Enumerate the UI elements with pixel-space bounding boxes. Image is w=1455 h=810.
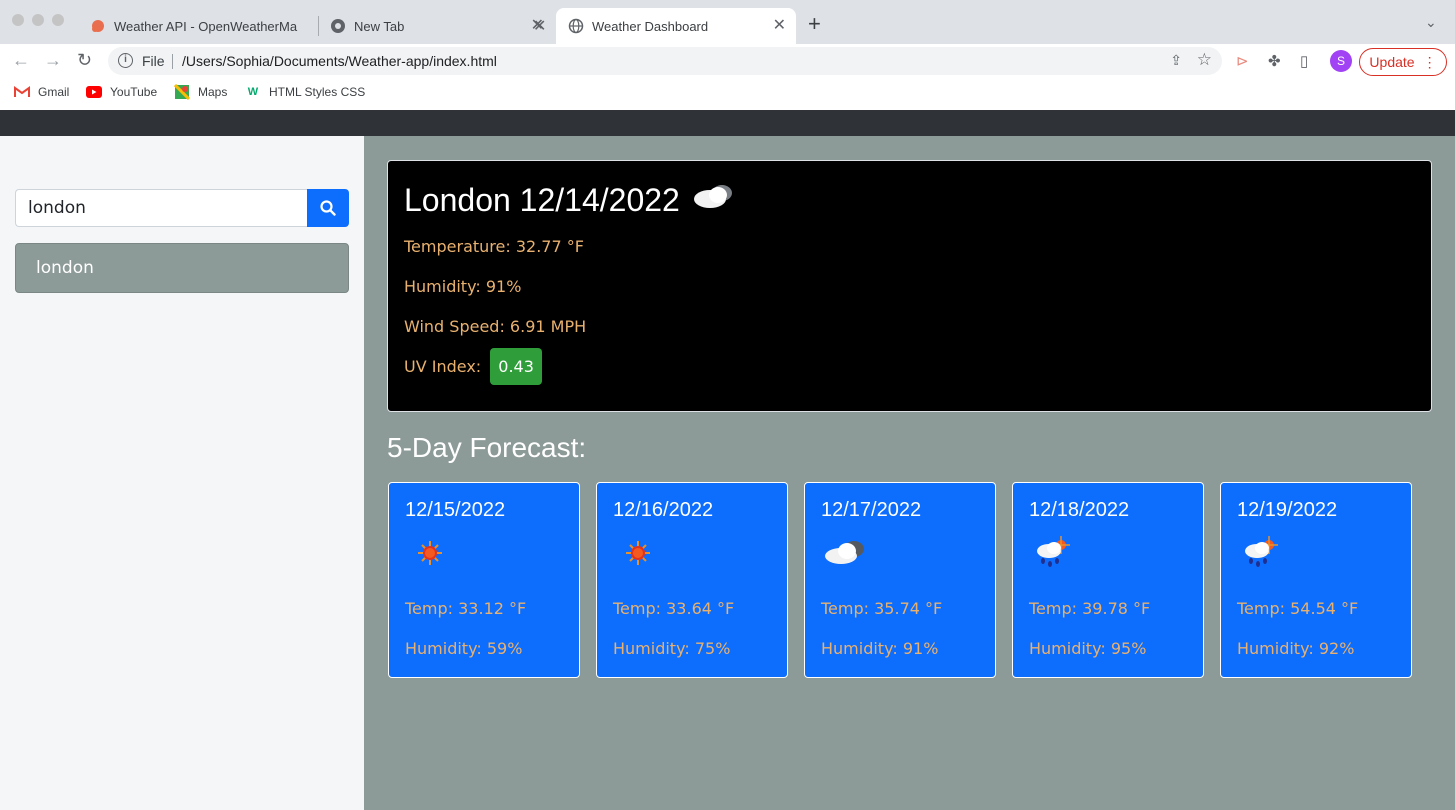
forecast-humidity: Humidity: 75% bbox=[613, 639, 731, 658]
back-arrow-icon[interactable]: ← bbox=[12, 49, 30, 71]
forecast-date: 12/17/2022 bbox=[821, 499, 922, 521]
update-label: Update bbox=[1369, 53, 1415, 70]
current-humidity: Humidity: 91% bbox=[404, 277, 522, 296]
search-history-button[interactable]: london bbox=[15, 243, 349, 293]
forecast-card: 12/18/2022 Temp: 39.78 °F Humidity: 95% bbox=[1012, 482, 1204, 678]
share-icon[interactable]: ⇪ bbox=[1170, 52, 1182, 69]
tab-new-tab[interactable]: New Tab ✕ bbox=[320, 8, 554, 44]
bookmark-w3schools[interactable]: W HTML Styles CSS bbox=[245, 84, 365, 100]
forecast-humidity: Humidity: 59% bbox=[405, 639, 523, 658]
browser-tab-bar: Weather API - OpenWeatherMa New Tab ✕ We… bbox=[0, 0, 1455, 44]
update-button[interactable]: Update ⋮ bbox=[1359, 48, 1447, 76]
chrome-icon bbox=[330, 18, 346, 34]
new-tab-button[interactable]: + bbox=[808, 13, 821, 35]
bookmark-label: Maps bbox=[198, 85, 228, 99]
rain-sun-icon bbox=[1029, 533, 1079, 578]
extension-icon[interactable]: ⊳ bbox=[1236, 52, 1249, 70]
url-text[interactable]: /Users/Sophia/Documents/Weather-app/inde… bbox=[182, 53, 497, 69]
bookmark-label: Gmail bbox=[38, 85, 70, 99]
search-button[interactable] bbox=[307, 189, 349, 227]
forecast-card: 12/15/2022 Temp: 33.12 °F Humidity: 59% bbox=[388, 482, 580, 678]
current-temperature: Temperature: 32.77 °F bbox=[404, 237, 584, 256]
forecast-card: 12/16/2022 Temp: 33.64 °F Humidity: 75% bbox=[596, 482, 788, 678]
bookmark-label: YouTube bbox=[110, 85, 158, 99]
chevron-down-icon[interactable]: ⌄ bbox=[1425, 14, 1437, 31]
address-bar[interactable]: i File /Users/Sophia/Documents/Weather-a… bbox=[108, 47, 1222, 75]
search-icon bbox=[320, 200, 336, 216]
forecast-date: 12/16/2022 bbox=[613, 499, 714, 521]
tab-openweather[interactable]: Weather API - OpenWeatherMa bbox=[80, 8, 314, 44]
cloud-icon bbox=[692, 181, 738, 219]
weather-main: London 12/14/2022 Temperature: 32.77 °F … bbox=[364, 136, 1455, 810]
bookmark-maps[interactable]: Maps bbox=[174, 84, 227, 100]
tab-label: New Tab bbox=[354, 18, 405, 34]
sun-icon bbox=[405, 533, 455, 578]
forecast-temp: Temp: 33.12 °F bbox=[405, 599, 527, 618]
current-wind-speed: Wind Speed: 6.91 MPH bbox=[404, 317, 587, 336]
close-icon[interactable]: ✕ bbox=[773, 18, 786, 34]
close-icon[interactable]: ✕ bbox=[533, 8, 549, 44]
forecast-date: 12/19/2022 bbox=[1237, 499, 1338, 521]
avatar[interactable]: S bbox=[1330, 50, 1352, 72]
window-zoom-dot[interactable] bbox=[52, 14, 64, 26]
star-icon[interactable]: ☆ bbox=[1197, 50, 1212, 70]
current-weather-card: London 12/14/2022 Temperature: 32.77 °F … bbox=[387, 160, 1432, 412]
city-name: London bbox=[404, 181, 511, 218]
current-date: 12/14/2022 bbox=[519, 181, 680, 218]
forecast-humidity: Humidity: 91% bbox=[821, 639, 939, 658]
forecast-temp: Temp: 54.54 °F bbox=[1237, 599, 1359, 618]
tab-label: Weather Dashboard bbox=[592, 18, 709, 34]
forecast-card: 12/19/2022 Temp: 54.54 °F Humidity: 92% bbox=[1220, 482, 1412, 678]
search-sidebar: london bbox=[0, 136, 364, 810]
reload-icon[interactable]: ↻ bbox=[77, 49, 92, 71]
current-city-heading: London 12/14/2022 bbox=[404, 181, 738, 219]
sun-icon bbox=[613, 533, 663, 578]
current-uv-row: UV Index: 0.43 bbox=[404, 348, 542, 385]
tab-weather-dashboard[interactable]: Weather Dashboard ✕ bbox=[556, 8, 796, 44]
bookmarks-bar: Gmail YouTube Maps W HTML Styles CSS bbox=[0, 78, 1455, 110]
cloud-icon bbox=[821, 533, 871, 578]
forecast-temp: Temp: 35.74 °F bbox=[821, 599, 943, 618]
bookmark-label: HTML Styles CSS bbox=[269, 85, 366, 99]
page-header-bar bbox=[0, 110, 1455, 136]
more-icon: ⋮ bbox=[1422, 53, 1437, 70]
divider bbox=[172, 54, 173, 69]
w3schools-icon: W bbox=[247, 86, 259, 98]
url-scheme: File bbox=[142, 53, 165, 69]
city-search-input[interactable] bbox=[15, 189, 307, 227]
window-close-dot[interactable] bbox=[12, 14, 24, 26]
bookmark-youtube[interactable]: YouTube bbox=[86, 84, 157, 100]
bookmark-gmail[interactable]: Gmail bbox=[14, 84, 69, 100]
forecast-date: 12/18/2022 bbox=[1029, 499, 1130, 521]
gmail-icon bbox=[14, 84, 30, 100]
puzzle-icon[interactable]: ✤ bbox=[1268, 52, 1281, 70]
forecast-humidity: Humidity: 95% bbox=[1029, 639, 1147, 658]
window-minimize-dot[interactable] bbox=[32, 14, 44, 26]
maps-icon bbox=[174, 84, 190, 100]
forecast-temp: Temp: 33.64 °F bbox=[613, 599, 735, 618]
forecast-heading: 5-Day Forecast: bbox=[387, 432, 587, 463]
rain-sun-icon bbox=[1237, 533, 1287, 578]
forecast-humidity: Humidity: 92% bbox=[1237, 639, 1355, 658]
forward-arrow-icon[interactable]: → bbox=[44, 49, 62, 71]
tab-label: Weather API - OpenWeatherMa bbox=[114, 18, 298, 34]
forecast-temp: Temp: 39.78 °F bbox=[1029, 599, 1151, 618]
tab-separator bbox=[318, 16, 319, 36]
sidebar-toggle-icon[interactable]: ▯ bbox=[1300, 52, 1308, 70]
openweather-icon bbox=[90, 18, 106, 34]
forecast-date: 12/15/2022 bbox=[405, 499, 506, 521]
forecast-card: 12/17/2022 Temp: 35.74 °F Humidity: 91% bbox=[804, 482, 996, 678]
globe-icon bbox=[568, 18, 584, 34]
uv-index-badge: 0.43 bbox=[490, 348, 542, 385]
browser-toolbar: ← → ↻ i File /Users/Sophia/Documents/Wea… bbox=[0, 44, 1455, 78]
youtube-icon bbox=[86, 84, 102, 100]
info-icon[interactable]: i bbox=[118, 53, 133, 68]
uv-label: UV Index: bbox=[404, 357, 482, 376]
